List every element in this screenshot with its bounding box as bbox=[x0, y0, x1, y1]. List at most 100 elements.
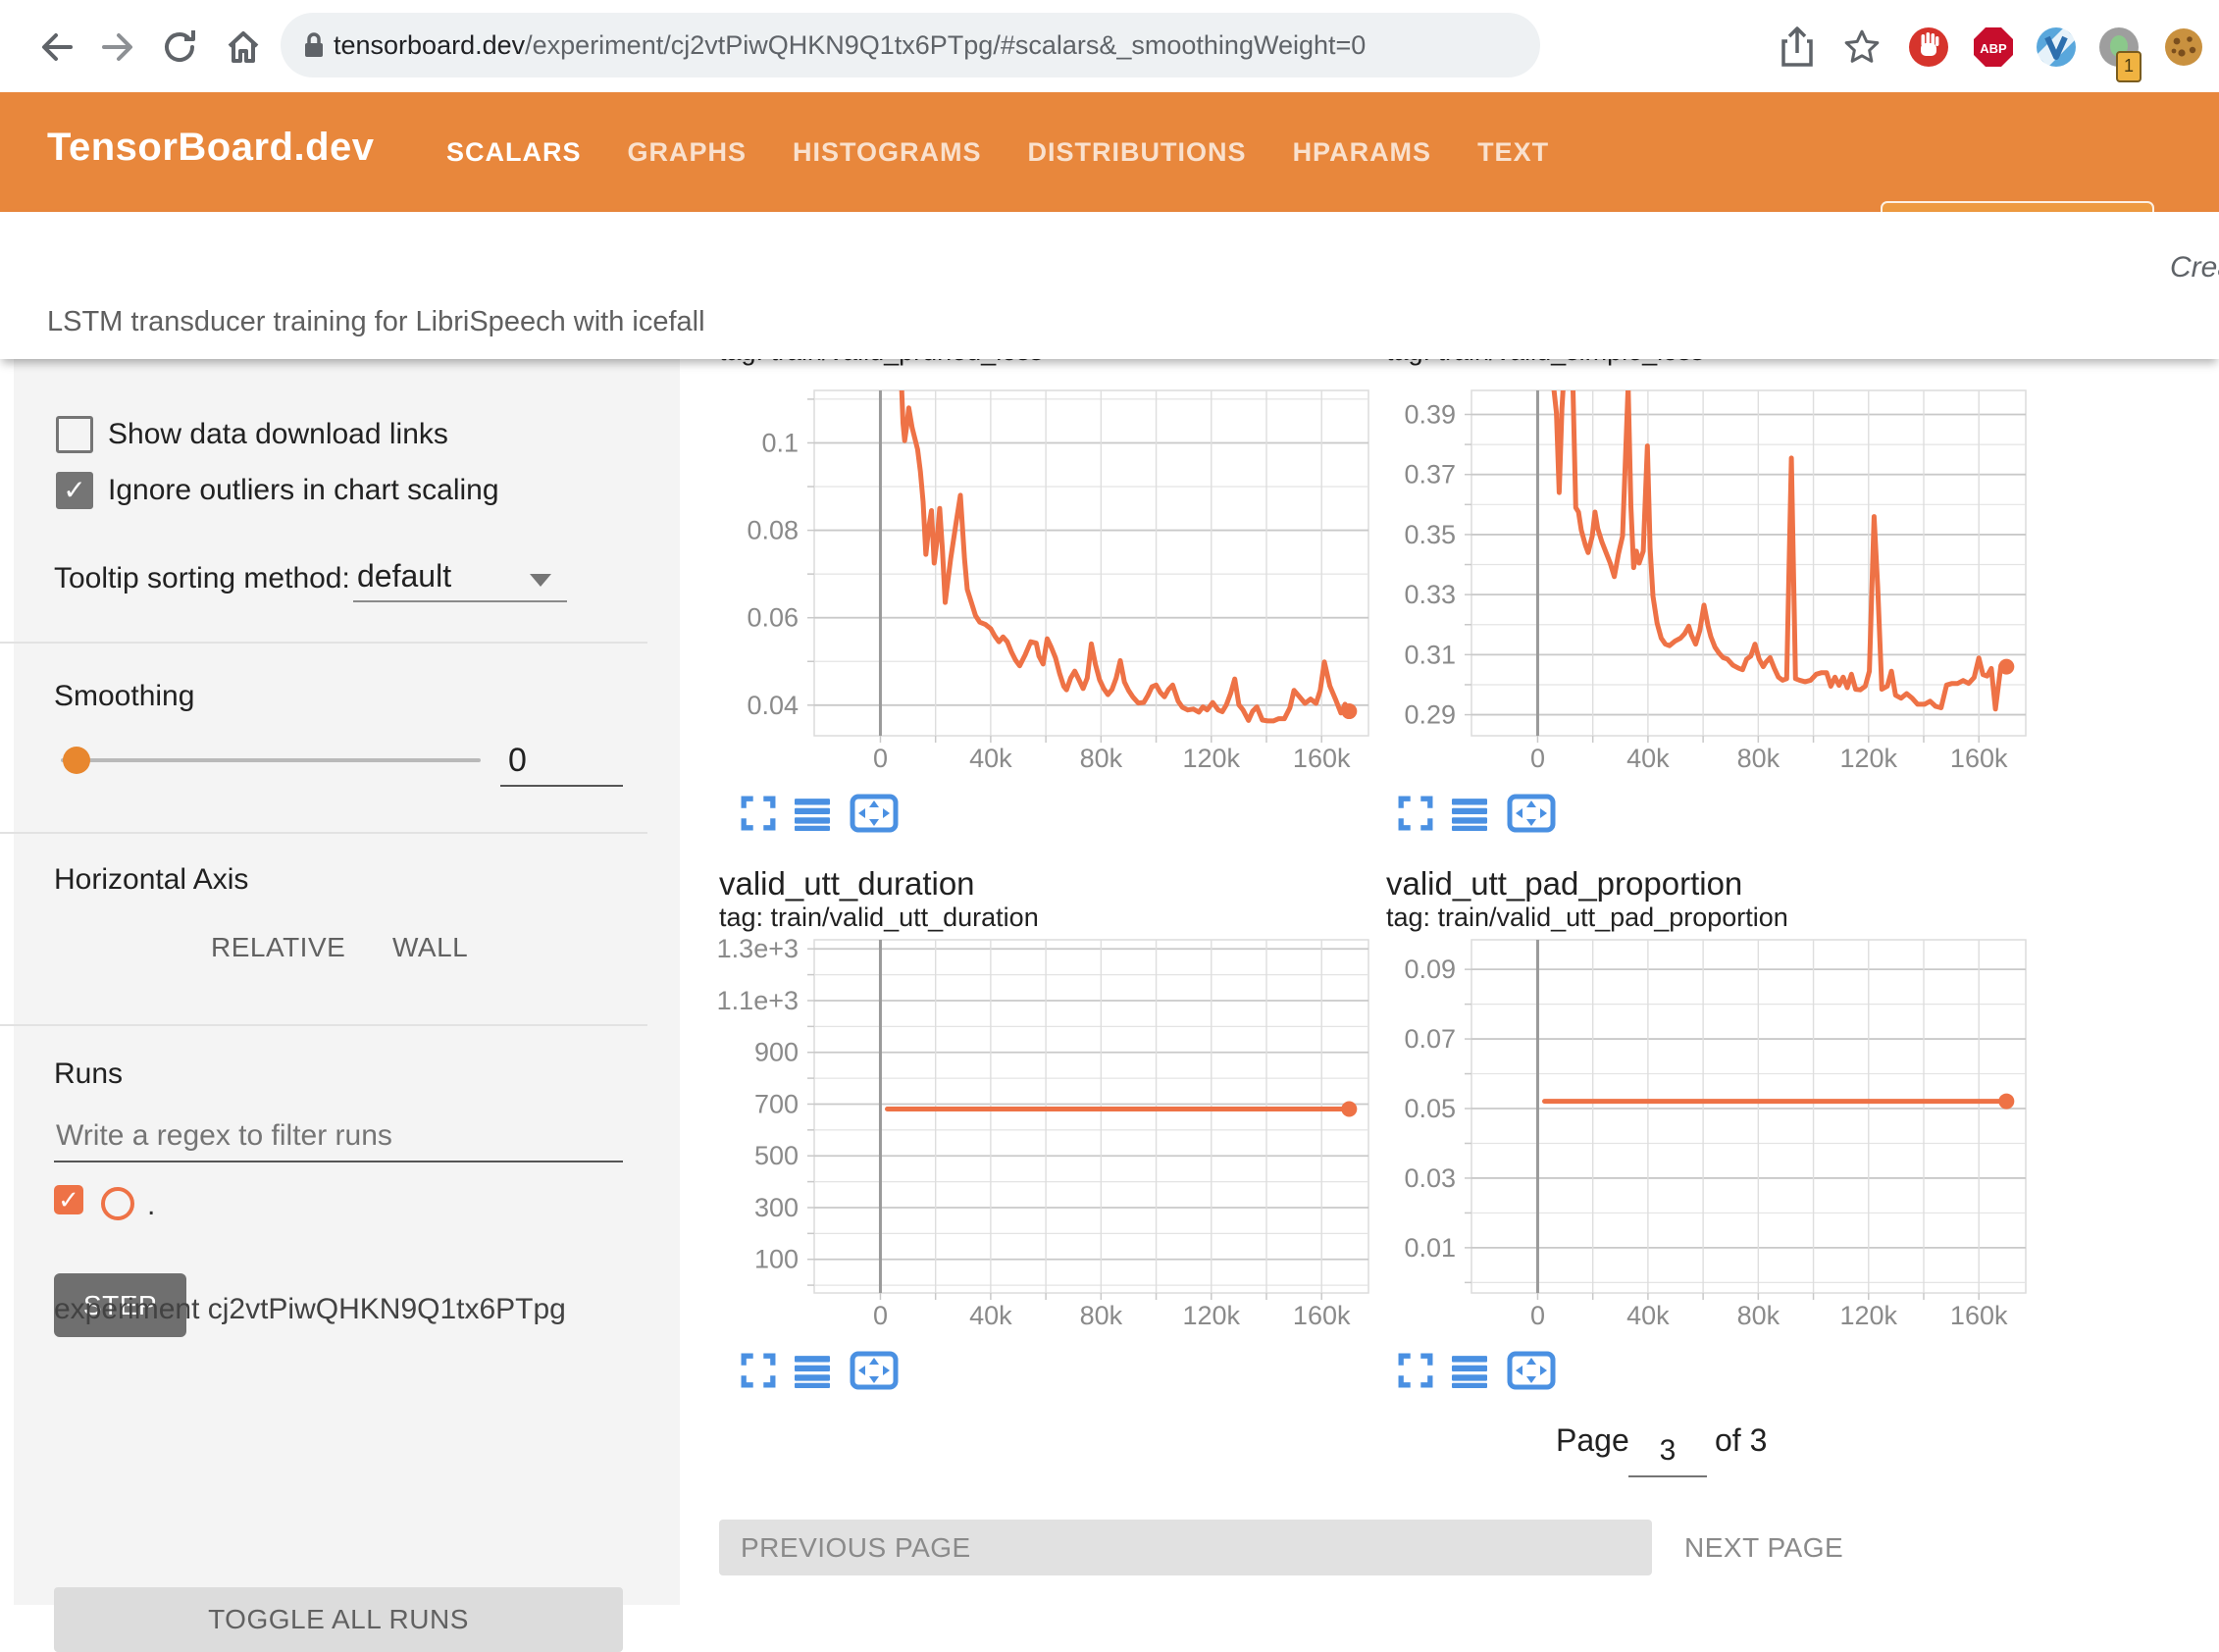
svg-text:40k: 40k bbox=[1626, 744, 1670, 773]
runs-filter-input[interactable]: Write a regex to filter runs bbox=[56, 1119, 392, 1153]
url-text[interactable]: tensorboard.dev/experiment/cj2vtPiwQHKN9… bbox=[334, 30, 1366, 61]
smoothing-value-underline bbox=[500, 785, 623, 787]
chart-card: tag: train/valid_pruned_loss 0.040.060.0… bbox=[704, 353, 1381, 844]
svg-text:0.05: 0.05 bbox=[1404, 1094, 1456, 1123]
svg-text:1.1e+3: 1.1e+3 bbox=[717, 986, 799, 1015]
svg-text:40k: 40k bbox=[969, 744, 1012, 773]
page-number-input[interactable]: 3 bbox=[1628, 1434, 1707, 1468]
chevron-down-icon[interactable] bbox=[530, 574, 551, 587]
fit-domain-icon[interactable] bbox=[849, 793, 900, 834]
share-icon[interactable] bbox=[1778, 26, 1817, 69]
page-number-underline bbox=[1628, 1475, 1707, 1477]
divider bbox=[0, 832, 647, 834]
bookmark-star-icon[interactable] bbox=[1842, 27, 1882, 67]
adblock-extension-icon[interactable] bbox=[1907, 26, 1950, 69]
horizontal-lines-icon[interactable] bbox=[1452, 1353, 1487, 1388]
run-color-swatch[interactable] bbox=[101, 1187, 134, 1220]
charts-area: tag: train/valid_pruned_loss 0.040.060.0… bbox=[680, 359, 2219, 1605]
svg-text:120k: 120k bbox=[1839, 1301, 1897, 1330]
chart-toolbar bbox=[1398, 1350, 1557, 1391]
axis-wall-button[interactable]: WALL bbox=[392, 932, 468, 963]
experiment-note: LSTM transducer training for LibriSpeech… bbox=[47, 306, 705, 338]
svg-text:ABP: ABP bbox=[1980, 41, 2007, 56]
tab-scalars[interactable]: SCALARS bbox=[446, 137, 582, 168]
home-icon[interactable] bbox=[224, 27, 263, 67]
svg-text:0.37: 0.37 bbox=[1404, 460, 1456, 490]
chart-card: valid_utt_pad_proportion tag: train/vali… bbox=[1362, 863, 2038, 1399]
tab-hparams[interactable]: HPARAMS bbox=[1293, 137, 1432, 168]
forward-icon[interactable] bbox=[98, 27, 137, 67]
svg-text:80k: 80k bbox=[1737, 1301, 1780, 1330]
next-page-button[interactable]: NEXT PAGE bbox=[1684, 1520, 1843, 1575]
smoothing-label: Smoothing bbox=[54, 680, 194, 713]
fullscreen-icon[interactable] bbox=[741, 1353, 776, 1388]
svg-text:80k: 80k bbox=[1737, 744, 1780, 773]
browser-toolbar: tensorboard.dev/experiment/cj2vtPiwQHKN9… bbox=[0, 0, 2219, 93]
horizontal-lines-icon[interactable] bbox=[1452, 796, 1487, 831]
tab-histograms[interactable]: HISTOGRAMS bbox=[793, 137, 982, 168]
abp-extension-icon[interactable]: ABP bbox=[1972, 26, 2015, 69]
svg-text:40k: 40k bbox=[1626, 1301, 1670, 1330]
tab-graphs[interactable]: GRAPHS bbox=[628, 137, 748, 168]
axis-relative-button[interactable]: RELATIVE bbox=[211, 932, 345, 963]
toggle-all-runs-button[interactable]: TOGGLE ALL RUNS bbox=[54, 1587, 623, 1652]
smoothing-slider-track[interactable] bbox=[61, 758, 481, 762]
svg-text:0: 0 bbox=[873, 1301, 888, 1330]
svg-text:500: 500 bbox=[754, 1141, 799, 1170]
tooltip-sorting-underline bbox=[353, 600, 567, 602]
url-path: /experiment/cj2vtPiwQHKN9Q1tx6PTpg/#scal… bbox=[525, 30, 1366, 60]
nav-tabs: SCALARS GRAPHS HISTOGRAMS DISTRIBUTIONS … bbox=[446, 92, 1549, 212]
fit-domain-icon[interactable] bbox=[1506, 1350, 1557, 1391]
url-domain: tensorboard.dev bbox=[334, 30, 525, 60]
settings-sidebar: Show data download links ✓ Ignore outlie… bbox=[0, 359, 680, 1605]
line-chart[interactable]: 0.290.310.330.350.370.39040k80k120k160k bbox=[1362, 388, 2038, 773]
chart-tag: tag: train/valid_utt_pad_proportion bbox=[1386, 903, 1788, 933]
app-logo[interactable]: TensorBoard.dev bbox=[47, 126, 375, 170]
svg-text:120k: 120k bbox=[1182, 744, 1240, 773]
line-chart[interactable]: 1003005007009001.1e+31.3e+3040k80k120k16… bbox=[704, 938, 1381, 1330]
fit-domain-icon[interactable] bbox=[1506, 793, 1557, 834]
svg-text:0.29: 0.29 bbox=[1404, 700, 1456, 730]
back-icon[interactable] bbox=[37, 27, 77, 67]
svg-text:0.33: 0.33 bbox=[1404, 580, 1456, 609]
chart-tag: tag: train/valid_utt_duration bbox=[719, 903, 1039, 933]
chart-card: tag: train/valid_simple_loss 0.290.310.3… bbox=[1362, 353, 2038, 844]
svg-text:0.31: 0.31 bbox=[1404, 640, 1456, 669]
reload-icon[interactable] bbox=[160, 27, 199, 67]
svg-text:0.39: 0.39 bbox=[1404, 399, 1456, 429]
run-name: . bbox=[147, 1189, 155, 1222]
experiment-id-label: experiment cj2vtPiwQHKN9Q1tx6PTpg bbox=[54, 1293, 566, 1326]
svg-text:0.06: 0.06 bbox=[747, 603, 799, 633]
ignore-outliers-label: Ignore outliers in chart scaling bbox=[108, 474, 499, 507]
fullscreen-icon[interactable] bbox=[741, 796, 776, 831]
lock-icon bbox=[298, 29, 330, 61]
tooltip-sorting-select[interactable]: default bbox=[357, 558, 451, 594]
show-download-checkbox[interactable] bbox=[56, 416, 93, 453]
tab-distributions[interactable]: DISTRIBUTIONS bbox=[1028, 137, 1247, 168]
cookie-extension-icon[interactable] bbox=[2162, 26, 2205, 69]
extension-badge: 1 bbox=[2116, 51, 2142, 82]
ignore-outliers-checkbox[interactable]: ✓ bbox=[56, 472, 93, 509]
horizontal-axis-label: Horizontal Axis bbox=[54, 863, 248, 897]
previous-page-button[interactable]: PREVIOUS PAGE bbox=[719, 1520, 1652, 1575]
smoothing-slider-thumb[interactable] bbox=[63, 747, 90, 774]
tooltip-sorting-label: Tooltip sorting method: bbox=[54, 562, 350, 595]
smoothing-value-input[interactable]: 0 bbox=[508, 742, 527, 780]
svg-text:120k: 120k bbox=[1839, 744, 1897, 773]
line-chart[interactable]: 0.040.060.080.1040k80k120k160k bbox=[704, 388, 1381, 773]
created-text-fragment: Crea bbox=[2170, 251, 2219, 284]
fit-domain-icon[interactable] bbox=[849, 1350, 900, 1391]
svg-text:0.08: 0.08 bbox=[747, 516, 799, 545]
svg-text:0.1: 0.1 bbox=[761, 428, 799, 457]
runs-filter-underline bbox=[54, 1161, 623, 1162]
line-chart[interactable]: 0.010.030.050.070.09040k80k120k160k bbox=[1362, 938, 2038, 1330]
page-of-label: of 3 bbox=[1715, 1422, 1767, 1459]
v-extension-icon[interactable] bbox=[2035, 26, 2078, 69]
horizontal-lines-icon[interactable] bbox=[795, 796, 830, 831]
fullscreen-icon[interactable] bbox=[1398, 1353, 1433, 1388]
fullscreen-icon[interactable] bbox=[1398, 796, 1433, 831]
sidebar-scroll-track[interactable] bbox=[0, 359, 14, 1605]
horizontal-lines-icon[interactable] bbox=[795, 1353, 830, 1388]
run-checkbox[interactable]: ✓ bbox=[54, 1185, 83, 1214]
tab-text[interactable]: TEXT bbox=[1477, 137, 1549, 168]
